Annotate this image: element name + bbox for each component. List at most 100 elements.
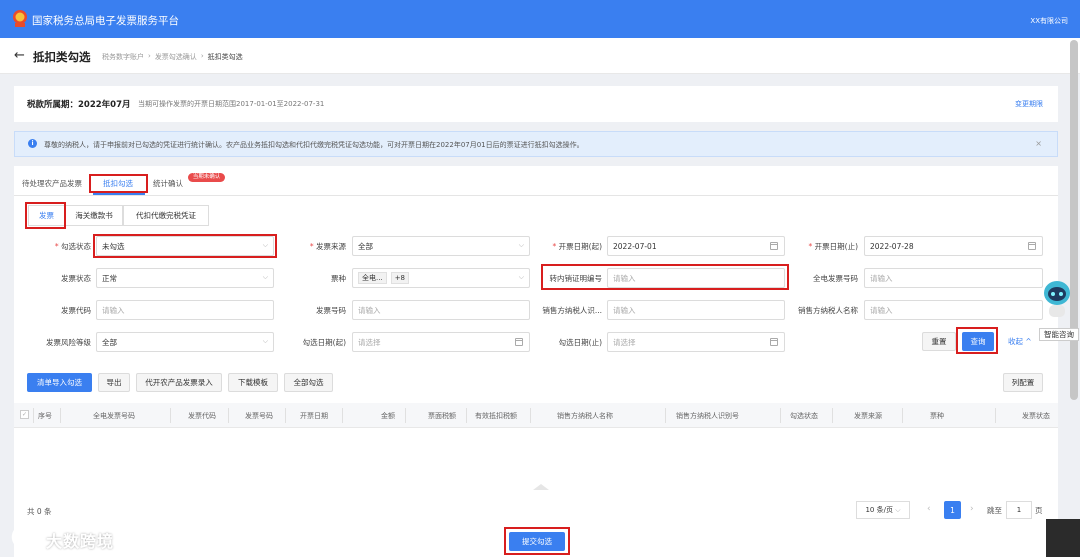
risk-level-select[interactable]: 全部 ⌵ [96,332,274,352]
check-status-label: * 勾选状态 [54,242,91,251]
page-size-select[interactable]: 10 条/页 ⌵ [856,501,910,519]
breadcrumb-item[interactable]: 税务数字账户 [102,52,144,62]
active-tab-indicator [93,193,145,195]
seller-name-input[interactable]: 请输入 [864,300,1043,320]
tab-pending-agri-invoices[interactable]: 待处理农产品发票 [22,178,82,189]
column-divider [285,408,286,423]
breadcrumb-current: 抵扣类勾选 [207,53,243,61]
invoice-status-select[interactable]: 正常 ⌵ [96,268,274,288]
column-divider [228,408,229,423]
back-arrow-icon[interactable]: ← [14,48,25,63]
goto-page-input[interactable]: 1 [1006,501,1032,519]
next-page-icon[interactable]: › [970,504,974,514]
collapse-link[interactable]: 收起 ^ [1008,336,1032,347]
tab-statistics-confirm[interactable]: 统计确认 [153,178,183,189]
change-period-link[interactable]: 变更期限 [1015,99,1043,109]
goto-label: 跳至 [987,506,1002,515]
close-icon[interactable]: × [1035,139,1042,148]
reset-button[interactable]: 重置 [922,332,956,351]
date-end-picker[interactable]: 2022-07-28 [864,236,1043,256]
column-header: 发票来源 [854,412,882,420]
column-header: 发票号码 [245,412,273,420]
calendar-icon [1028,242,1036,250]
download-template-button[interactable]: 下载模板 [228,373,278,392]
column-header: 勾选状态 [790,412,818,420]
invoice-status-label: 发票状态 [61,274,91,283]
column-header: 票面税额 [428,412,456,420]
status-badge: 当期未确认 [188,173,225,182]
date-start-label: * 开票日期(起) [552,242,603,251]
column-header: 发票状态 [1022,412,1050,420]
highlight-box [93,234,277,258]
date-end-label: * 开票日期(止) [808,242,859,251]
column-divider [60,408,61,423]
seller-name-label: 销售方纳税人名称 [798,306,858,315]
column-header: 有效抵扣税额 [475,412,517,420]
tab-withholding-certificate[interactable]: 代扣代缴完税凭证 [123,205,209,226]
page-title: 抵扣类勾选 [33,50,91,64]
column-divider [170,408,171,423]
info-icon: i [28,139,37,148]
ticket-type-tag: 全电... [358,272,387,284]
check-date-end-label: 勾选日期(止) [558,338,602,347]
invoice-number-input[interactable]: 请输入 [352,300,530,320]
empty-table-icon [533,484,549,490]
highlight-box [25,202,66,229]
column-header: 开票日期 [300,412,328,420]
period-description: 当期可操作发票的开票日期范围2017-01-01至2022-07-31 [138,100,325,108]
breadcrumb-item[interactable]: 发票勾选确认 [155,52,197,62]
column-divider [995,408,996,423]
column-divider [405,408,406,423]
check-date-start-label: 勾选日期(起) [302,338,346,347]
column-config-button[interactable]: 列配置 [1003,373,1043,392]
ticket-type-label: 票种 [331,274,346,283]
full-invoice-no-input[interactable]: 请输入 [864,268,1043,288]
tab-customs-bill[interactable]: 海关缴款书 [65,205,123,226]
corner-overlay [1046,519,1080,557]
calendar-icon [770,242,778,250]
column-divider [530,408,531,423]
assistant-robot-icon[interactable] [1041,278,1073,320]
company-name[interactable]: XX有限公司 [1030,16,1068,26]
breadcrumb-separator-icon: › [148,52,151,60]
invoice-code-input[interactable]: 请输入 [96,300,274,320]
invoice-number-label: 发票号码 [316,306,346,315]
column-divider [832,408,833,423]
check-date-start-picker[interactable]: 请选择 [352,332,530,352]
prev-page-icon[interactable]: ‹ [927,504,931,514]
select-all-checkbox[interactable]: ✓ [20,410,29,419]
app-title: 国家税务总局电子发票服务平台 [32,15,179,27]
agri-invoice-entry-button[interactable]: 代开农产品发票录入 [136,373,222,392]
total-count: 共 0 条 [27,507,52,516]
seller-tax-id-input[interactable]: 请输入 [607,300,785,320]
check-date-end-picker[interactable]: 请选择 [607,332,785,352]
column-header: 发票代码 [188,412,216,420]
watermark-logo [11,524,37,550]
date-start-picker[interactable]: 2022-07-01 [607,236,785,256]
invoice-source-select[interactable]: 全部 ⌵ [352,236,530,256]
page-number[interactable]: 1 [944,501,961,519]
ticket-type-select[interactable]: 全电... +8 ⌵ [352,268,530,288]
tax-period: 税款所属期：2022年07月 [27,100,131,110]
ticket-type-more-tag: +8 [390,272,410,284]
column-header: 票种 [930,412,944,420]
import-check-button[interactable]: 清单导入勾选 [27,373,92,392]
chevron-up-icon: ^ [1025,337,1032,346]
invoice-source-label: * 发票来源 [309,242,346,251]
breadcrumb: 税务数字账户 › 发票勾选确认 › 抵扣类勾选 [102,52,243,62]
column-header: 销售方纳税人识别号 [676,412,739,420]
breadcrumb-separator-icon: › [200,52,204,60]
seller-tax-id-label: 销售方纳税人识... [542,306,602,315]
column-divider [902,408,903,423]
column-header: 金额 [381,412,395,420]
scrollbar[interactable] [1070,40,1078,400]
column-divider [342,408,343,423]
column-divider [466,408,467,423]
column-header: 序号 [38,412,52,420]
column-divider [665,408,666,423]
invoice-code-label: 发票代码 [61,306,91,315]
assistant-label[interactable]: 智能咨询 [1039,328,1079,341]
export-button[interactable]: 导出 [98,373,130,392]
column-divider [33,408,34,423]
select-all-button[interactable]: 全部勾选 [284,373,333,392]
